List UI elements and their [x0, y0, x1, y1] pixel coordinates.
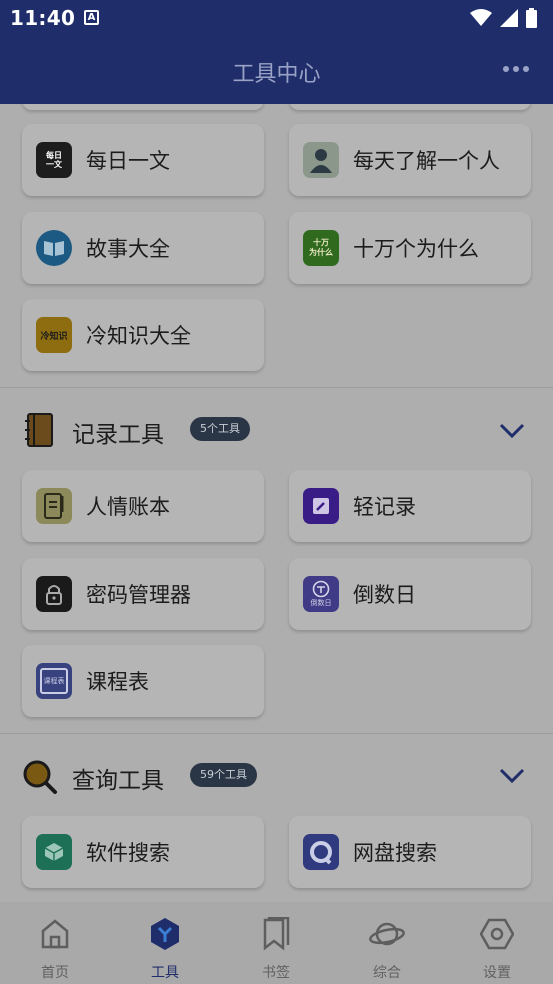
tool-card-partial[interactable]: [289, 104, 531, 110]
nav-label: 工具: [151, 965, 179, 981]
tool-label: 倒数日: [353, 583, 416, 607]
page-title: 工具中心: [232, 62, 321, 87]
magnifier-icon: [23, 760, 57, 794]
tool-card-story[interactable]: 故事大全: [22, 212, 264, 284]
calendar-icon-text: 课程表: [40, 668, 68, 694]
tool-card-cloud-search[interactable]: 网盘搜索: [289, 816, 531, 888]
why-icon: 十万 为什么: [303, 230, 339, 266]
tool-label: 软件搜索: [86, 841, 170, 865]
battery-icon: [526, 8, 537, 28]
section-title: 记录工具: [72, 422, 164, 448]
more-options-icon[interactable]: [503, 66, 529, 72]
tool-count-badge: 5个工具: [190, 417, 250, 441]
nav-home[interactable]: 首页: [15, 916, 95, 982]
nav-tools[interactable]: 工具: [125, 916, 205, 982]
home-icon: [41, 919, 69, 949]
nav-label: 书签: [262, 965, 290, 981]
tool-label: 课程表: [86, 670, 149, 694]
nav-label: 设置: [483, 965, 511, 981]
planet-icon: [369, 922, 405, 946]
tool-card-person[interactable]: 每天了解一个人: [289, 124, 531, 196]
countdown-icon-text: 倒数日: [310, 599, 332, 607]
settings-hexagon-icon: [480, 918, 514, 950]
tool-count-badge: 59个工具: [190, 763, 257, 787]
countdown-icon: 倒数日: [303, 576, 339, 612]
cube-icon: [36, 834, 72, 870]
tool-card-countdown[interactable]: 倒数日 倒数日: [289, 558, 531, 630]
notification-a-icon: A: [84, 10, 99, 25]
signal-icon: [500, 9, 518, 27]
person-icon: [303, 142, 339, 178]
tool-card-gift-ledger[interactable]: 人情账本: [22, 470, 264, 542]
tool-card-timetable[interactable]: 课程表 课程表: [22, 645, 264, 717]
tool-card-quick-note[interactable]: 轻记录: [289, 470, 531, 542]
book-icon: [36, 230, 72, 266]
chevron-down-icon[interactable]: [498, 767, 526, 785]
lock-icon: [36, 576, 72, 612]
bottom-nav: 首页 工具 书签 综合 设置: [0, 902, 553, 984]
nav-settings[interactable]: 设置: [457, 916, 537, 982]
ledger-icon: [36, 488, 72, 524]
nav-bookmarks[interactable]: 书签: [236, 916, 316, 982]
nav-label: 综合: [373, 965, 401, 981]
tool-label: 轻记录: [353, 495, 416, 519]
notebook-icon: [25, 413, 53, 447]
tool-card-partial[interactable]: [22, 104, 264, 110]
edit-icon: [303, 488, 339, 524]
status-time: 11:40: [10, 6, 76, 30]
tool-label: 故事大全: [86, 237, 170, 261]
tool-label: 冷知识大全: [86, 324, 191, 348]
cloud-search-icon: [303, 834, 339, 870]
bookmark-icon: [263, 917, 290, 951]
tool-card-why[interactable]: 十万 为什么 十万个为什么: [289, 212, 531, 284]
tool-list[interactable]: 每日 一文 每日一文 每天了解一个人 故事大全 十万 为什么 十万个为什么 冷知…: [0, 104, 553, 902]
status-bar: 11:40 A: [0, 0, 553, 36]
nav-label: 首页: [41, 965, 69, 981]
tool-label: 每天了解一个人: [353, 149, 500, 173]
tool-label: 网盘搜索: [353, 841, 437, 865]
section-divider: [0, 733, 553, 734]
tool-card-daily-article[interactable]: 每日 一文 每日一文: [22, 124, 264, 196]
nav-general[interactable]: 综合: [347, 916, 427, 982]
tool-card-password-manager[interactable]: 密码管理器: [22, 558, 264, 630]
tool-label: 十万个为什么: [353, 237, 479, 261]
app-bar: 工具中心: [0, 36, 553, 104]
tool-label: 密码管理器: [86, 583, 191, 607]
wifi-icon: [470, 9, 492, 26]
tool-label: 每日一文: [86, 149, 170, 173]
tool-label: 人情账本: [86, 495, 170, 519]
daily-article-icon: 每日 一文: [36, 142, 72, 178]
lightbulb-icon: 冷知识: [36, 317, 72, 353]
tools-icon: [151, 918, 179, 950]
section-divider: [0, 387, 553, 388]
section-title: 查询工具: [72, 768, 164, 794]
tool-card-software-search[interactable]: 软件搜索: [22, 816, 264, 888]
calendar-icon: 课程表: [36, 663, 72, 699]
system-indicators: [470, 8, 537, 28]
chevron-down-icon[interactable]: [498, 422, 526, 440]
tool-card-trivia[interactable]: 冷知识 冷知识大全: [22, 299, 264, 371]
